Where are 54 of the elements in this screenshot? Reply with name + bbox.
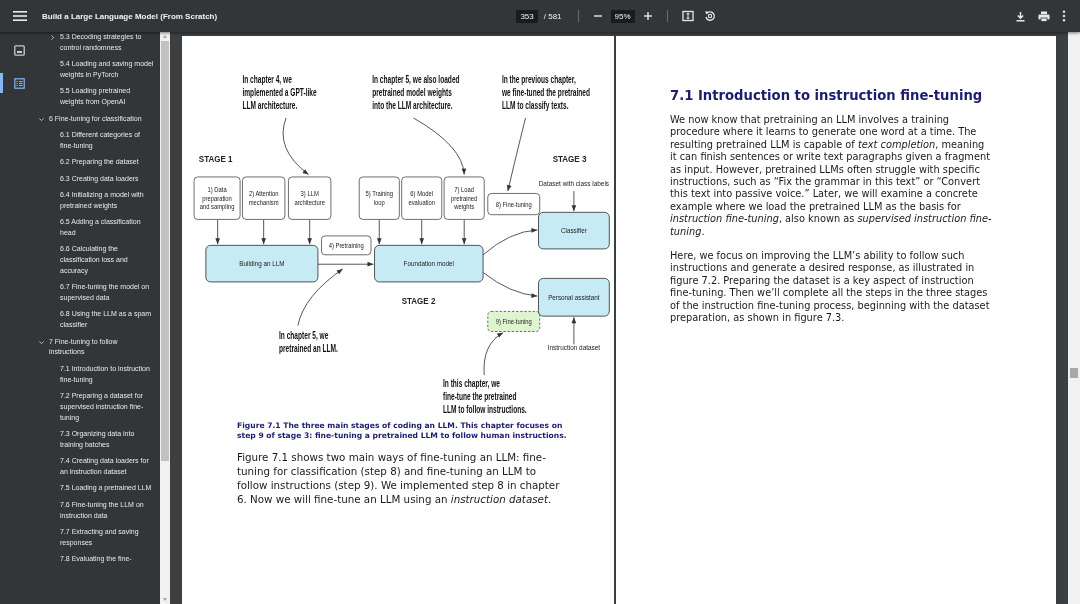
more-options-icon[interactable]	[1062, 10, 1066, 22]
scrollbar[interactable]	[1068, 32, 1080, 604]
chevron-down-icon[interactable]	[38, 115, 45, 123]
fit-page-icon[interactable]	[681, 10, 694, 22]
section-heading: 7.1 Introduction to instruction fine-tuning	[670, 87, 984, 105]
stage-label: STAGE 2	[401, 295, 436, 307]
step-box	[288, 176, 332, 220]
stage-block	[538, 277, 610, 317]
print-icon[interactable]	[1038, 10, 1050, 22]
step-box	[487, 311, 541, 332]
callout-text: In chapter 5, we pretrained an LLM.	[279, 328, 338, 354]
document-title: Build a Large Language Model (From Scratch)	[42, 11, 218, 21]
arrow	[419, 219, 425, 245]
step-box	[401, 176, 443, 220]
body-paragraph: Figure 7.1 shows two main ways of fine-tuning an LLM: fine-tuning for classification (step 8) and fine-tuning an LLM to follow instructions (step 9). We implemented step 8 in chapter 6. Now we will fine-tune an LLM using an instruction dataset.	[237, 449, 561, 506]
chevron-right-icon[interactable]	[49, 34, 56, 41]
arrow	[282, 117, 309, 175]
outline-icon	[14, 77, 25, 89]
stage-block	[538, 211, 610, 250]
zoom-in-icon[interactable]	[642, 11, 653, 21]
page-number-field[interactable]: 353	[516, 9, 538, 23]
step-box	[443, 176, 485, 220]
scrollbar[interactable]	[160, 32, 170, 604]
arrow	[376, 219, 382, 245]
menu-icon[interactable]	[13, 11, 27, 21]
download-icon[interactable]	[1015, 10, 1026, 22]
arrow	[571, 316, 577, 345]
step-box	[358, 176, 400, 220]
step-box	[321, 235, 372, 256]
arrow	[307, 219, 313, 245]
stage-label: STAGE 1	[198, 153, 233, 164]
arrow	[483, 332, 504, 376]
arrow	[215, 219, 221, 245]
step-box	[193, 176, 241, 220]
arrow	[482, 227, 538, 256]
rotate-icon[interactable]	[703, 10, 716, 22]
arrow	[413, 117, 467, 175]
thumbnails-icon	[14, 44, 25, 56]
arrow	[261, 219, 267, 245]
chevron-down-icon[interactable]	[38, 338, 45, 346]
step-box	[487, 193, 541, 216]
callout-text: In chapter 4, we implemented a GPT-like LLM architecture.	[242, 72, 317, 111]
stage-label: STAGE 3	[552, 153, 587, 164]
callout-text: In this chapter, we fine-tune the pretrained LLM to follow instructions.	[442, 377, 527, 416]
body-paragraph: We now know that pretraining an LLM involves a training procedure where it learns to generate one word at a time. The resulting pretrained LLM is capable of text completion, meaning it can finish sentences or write text paragraphs given a fragment as input. However, pretrained LLMs often struggle with specific instructions, such as “Fix the grammar in this text” or “Convert this text into passive voice.” Later, we will examine a concrete example where we load the pretrained LLM as the basis for instruction fine-tuning, also known as supervised instruction fine-tuning.	[670, 114, 992, 239]
step-box	[242, 176, 286, 220]
callout-text: In chapter 5, we also loaded pretrained model weights into the LLM architecture.	[372, 72, 460, 111]
body-paragraph: Here, we focus on improving the LLM’s ability to follow such instructions and generate a desired response, as illustrated in figure 7.2. Preparing the dataset is a key aspect of instruction fine-tuning. Then we’ll complete all the steps in the three stages of the instruction fine-tuning process, beginning with the dataset preparation, as shown in figure 7.3.	[670, 250, 991, 325]
page-total: / 581	[543, 11, 562, 21]
arrow	[461, 219, 467, 245]
arrow	[571, 190, 577, 212]
zoom-field[interactable]: 95%	[610, 9, 635, 23]
callout-text: In the previous chapter, we fine-tuned the pretrained LLM to classify texts.	[501, 72, 591, 111]
arrow	[482, 272, 538, 298]
